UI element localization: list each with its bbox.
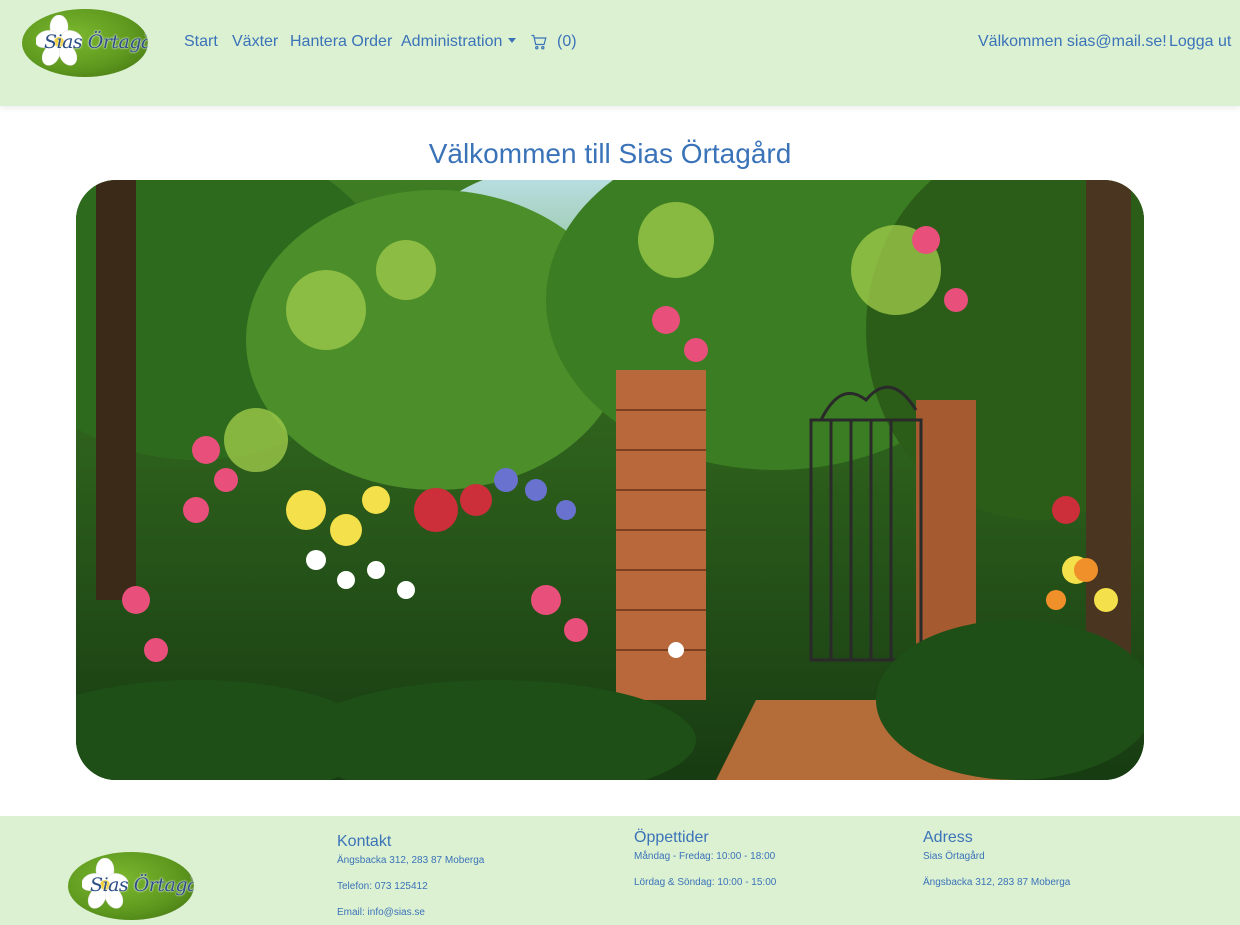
site-logo[interactable]: Sias Örtagård (22, 9, 148, 77)
logout-link[interactable]: Logga ut (1169, 33, 1231, 51)
nav-manage-orders[interactable]: Hantera Order (290, 33, 392, 51)
nav-administration-dropdown[interactable]: Administration (401, 33, 517, 51)
footer-contact: Kontakt Ängsbacka 312, 283 87 Moberga Te… (337, 833, 484, 925)
nav-start[interactable]: Start (184, 33, 218, 51)
footer-hours: Öppettider Måndag - Fredag: 10:00 - 18:0… (634, 829, 776, 903)
footer-contact-address: Ängsbacka 312, 283 87 Moberga (337, 855, 485, 866)
logo-text: Sias Örtagård (44, 31, 148, 53)
page-title: Välkommen till Sias Örtagård (428, 138, 792, 169)
footer-address-heading: Adress (923, 829, 973, 846)
cart-icon (531, 34, 547, 50)
nav-plants[interactable]: Växter (232, 33, 278, 51)
nav-administration-label: Administration (401, 33, 503, 50)
footer-logo-text: Sias Örtagård (90, 874, 194, 896)
welcome-user-link[interactable]: Välkommen sias@mail.se! (978, 33, 1167, 51)
footer: Sias Örtagård Kontakt Ängsbacka 312, 283… (0, 816, 1240, 925)
chevron-down-icon (508, 38, 517, 43)
footer-hours-weekdays: Måndag - Fredag: 10:00 - 18:00 (634, 851, 776, 862)
navbar: Sias Örtagård Start Växter Hantera Order… (0, 0, 1240, 106)
footer-address-street: Ängsbacka 312, 283 87 Moberga (923, 877, 1071, 888)
footer-contact-email: Email: info@sias.se (337, 907, 425, 918)
cart-count: (0) (557, 33, 577, 50)
footer-hours-heading: Öppettider (634, 829, 709, 846)
garden-painting-icon (76, 180, 1144, 780)
footer-contact-heading: Kontakt (337, 833, 392, 850)
hero-image (76, 180, 1144, 780)
footer-contact-phone: Telefon: 073 125412 (337, 881, 428, 892)
cart-link[interactable]: (0) (531, 33, 577, 51)
footer-hours-weekend: Lördag & Söndag: 10:00 - 15:00 (634, 877, 777, 888)
footer-address-name: Sias Örtagård (923, 851, 985, 862)
footer-address: Adress Sias Örtagård Ängsbacka 312, 283 … (923, 829, 1070, 903)
footer-logo[interactable]: Sias Örtagård (68, 852, 194, 920)
